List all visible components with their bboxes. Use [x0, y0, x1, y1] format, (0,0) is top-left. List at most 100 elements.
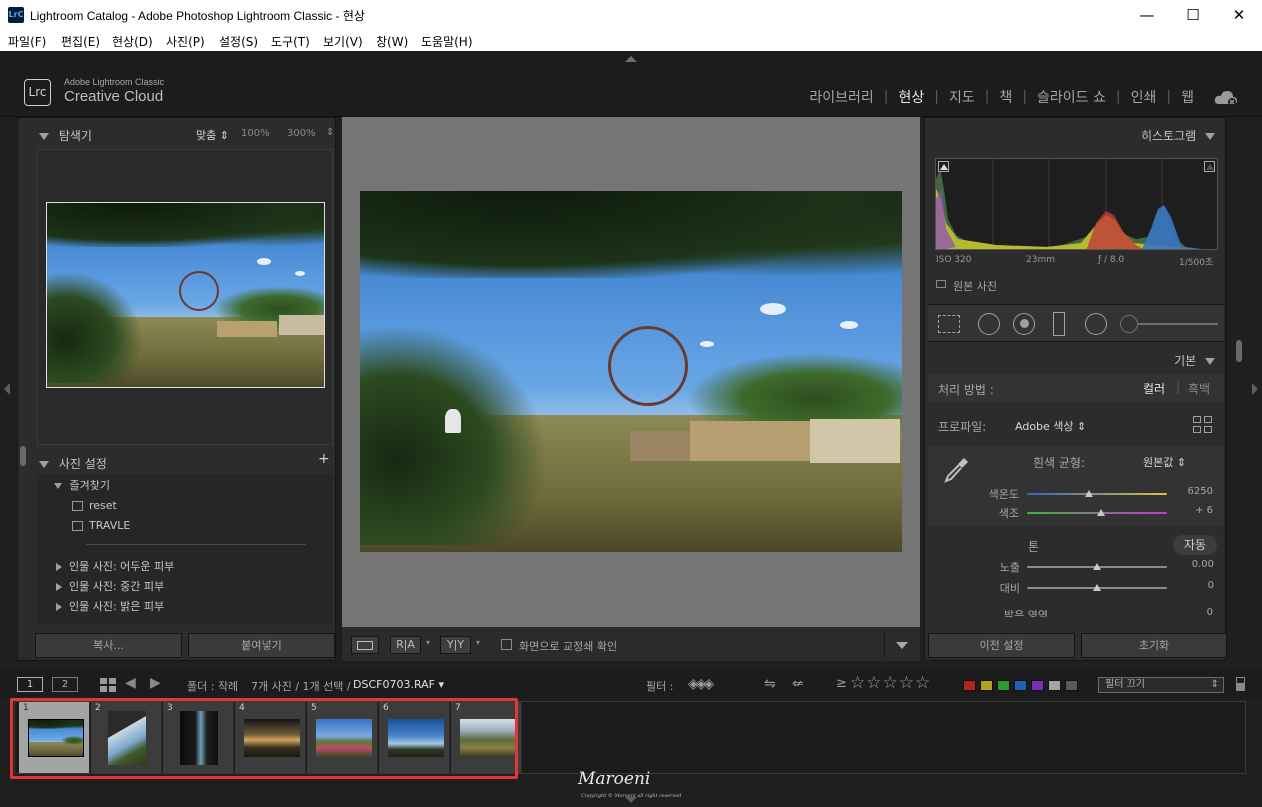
cloud-sync-icon[interactable]: [1214, 90, 1237, 106]
wb-eyedropper-icon[interactable]: [940, 454, 972, 486]
copy-button[interactable]: 복사...: [35, 633, 182, 658]
graduated-filter-icon[interactable]: [1053, 312, 1065, 336]
maximize-button[interactable]: ☐: [1170, 0, 1216, 31]
zoom-300[interactable]: 300%: [287, 128, 316, 139]
preset-group[interactable]: 인물 사진: 어두운 피부: [56, 558, 174, 574]
minimize-button[interactable]: —: [1124, 0, 1170, 31]
menu-file[interactable]: 파일(F): [8, 33, 46, 50]
color-label-swatch[interactable]: [997, 680, 1010, 691]
previous-settings-button[interactable]: 이전 설정: [928, 633, 1075, 658]
color-label-swatch[interactable]: [980, 680, 993, 691]
edited-filter-icon[interactable]: ⇋: [764, 676, 776, 692]
preset-item[interactable]: TRAVLE: [72, 519, 130, 532]
radial-filter-icon[interactable]: [1085, 313, 1107, 335]
loupe-view[interactable]: [342, 117, 920, 627]
module-map[interactable]: 지도: [939, 87, 985, 107]
menu-develop[interactable]: 현상(D): [112, 33, 153, 50]
before-after-button[interactable]: R|A: [390, 636, 421, 654]
presets-header[interactable]: 사진 설정: [39, 455, 107, 472]
collapse-right-icon[interactable]: [1252, 383, 1258, 395]
preset-item[interactable]: reset: [72, 499, 117, 512]
color-label-swatch[interactable]: [1031, 680, 1044, 691]
reset-button[interactable]: 초기화: [1081, 633, 1227, 658]
menu-window[interactable]: 창(W): [376, 33, 408, 50]
loupe-view-button[interactable]: [351, 636, 379, 654]
previous-photo-icon[interactable]: ◀: [125, 675, 136, 691]
next-photo-icon[interactable]: ▶: [150, 675, 161, 691]
rating-operator[interactable]: ≥: [836, 676, 847, 691]
profile-browser-icon[interactable]: [1193, 416, 1213, 434]
crop-tool-icon[interactable]: [938, 315, 960, 333]
close-button[interactable]: ✕: [1216, 0, 1262, 31]
temp-slider[interactable]: [1027, 493, 1167, 495]
module-library[interactable]: 라이브러리: [799, 87, 883, 107]
auto-tone-button[interactable]: 자동: [1173, 535, 1217, 555]
highlights-value[interactable]: 0: [1207, 607, 1213, 617]
histogram-header[interactable]: 히스토그램: [1141, 127, 1215, 144]
menu-photo[interactable]: 사진(P): [166, 33, 205, 50]
soft-proof-checkbox[interactable]: [501, 639, 512, 650]
secondary-display-button[interactable]: 2: [52, 677, 78, 692]
menu-tools[interactable]: 도구(T): [271, 33, 310, 50]
dropdown-icon[interactable]: ▾: [426, 638, 430, 647]
histogram[interactable]: [935, 158, 1218, 250]
temp-value[interactable]: 6250: [1188, 486, 1213, 497]
toolbar-menu-icon[interactable]: [896, 642, 908, 649]
preset-group[interactable]: 인물 사진: 밝은 피부: [56, 598, 164, 614]
module-slideshow[interactable]: 슬라이드 쇼: [1027, 87, 1116, 107]
treatment-color[interactable]: 컬러: [1143, 380, 1165, 397]
zoom-100[interactable]: 100%: [241, 128, 270, 139]
collapse-top-icon[interactable]: [625, 56, 637, 62]
dropdown-icon[interactable]: ▾: [476, 638, 480, 647]
shadow-clipping-icon[interactable]: [938, 161, 949, 172]
basic-header[interactable]: 기본: [1174, 352, 1215, 369]
collapse-left-icon[interactable]: [4, 383, 10, 395]
color-label-swatch[interactable]: [1048, 680, 1061, 691]
color-label-swatch[interactable]: [963, 680, 976, 691]
contrast-value[interactable]: 0: [1208, 580, 1214, 591]
module-print[interactable]: 인쇄: [1121, 87, 1167, 107]
zoom-fit[interactable]: 맞춤 ⇕: [196, 127, 229, 143]
favorites-group[interactable]: 즐겨찾기: [54, 477, 110, 493]
module-web[interactable]: 웹: [1171, 87, 1204, 107]
navigator-preview[interactable]: [37, 149, 333, 445]
highlight-clipping-icon[interactable]: [1204, 161, 1215, 172]
zoom-stepper-icon[interactable]: ⇕: [326, 127, 334, 138]
left-scrollbar[interactable]: [20, 446, 26, 466]
unedited-filter-icon[interactable]: ⇍: [792, 676, 804, 692]
preset-group[interactable]: 인물 사진: 중간 피부: [56, 578, 164, 594]
paste-button[interactable]: 붙여넣기: [188, 633, 335, 658]
menu-edit[interactable]: 편집(E): [61, 33, 100, 50]
tint-value[interactable]: + 6: [1195, 505, 1213, 516]
flag-filter-icons[interactable]: ◈◈◈: [688, 676, 714, 692]
treatment-bw[interactable]: 흑백: [1188, 380, 1210, 397]
color-label-swatch[interactable]: [1014, 680, 1027, 691]
filter-lock-icon[interactable]: [1236, 677, 1245, 691]
module-develop[interactable]: 현상: [888, 87, 934, 107]
primary-display-button[interactable]: 1: [17, 677, 43, 692]
before-after-split-button[interactable]: Y|Y: [440, 636, 471, 654]
current-filename[interactable]: DSCF0703.RAF ▾: [353, 678, 444, 691]
wb-dropdown[interactable]: 원본값 ⇕: [1143, 454, 1186, 470]
profile-dropdown[interactable]: Adobe 색상 ⇕: [1015, 418, 1086, 434]
color-label-swatch[interactable]: [1065, 680, 1078, 691]
menu-settings[interactable]: 설정(S): [219, 33, 258, 50]
exposure-value[interactable]: 0.00: [1192, 559, 1214, 570]
navigator-header[interactable]: 탐색기: [39, 127, 92, 144]
red-eye-icon[interactable]: [1013, 313, 1035, 335]
spot-removal-icon[interactable]: [978, 313, 1000, 335]
right-scrollbar[interactable]: [1236, 340, 1242, 362]
tint-slider-thumb[interactable]: [1097, 509, 1105, 516]
contrast-slider-thumb[interactable]: [1093, 584, 1101, 591]
module-book[interactable]: 책: [989, 87, 1022, 107]
temp-slider-thumb[interactable]: [1085, 490, 1093, 497]
rating-filter-stars[interactable]: ☆☆☆☆☆: [850, 673, 931, 693]
grid-view-icon[interactable]: [100, 678, 116, 692]
filter-preset-dropdown[interactable]: 필터 끄기 ⇕: [1098, 677, 1224, 693]
exposure-slider-thumb[interactable]: [1093, 563, 1101, 570]
menu-view[interactable]: 보기(V): [323, 33, 363, 50]
add-preset-icon[interactable]: +: [318, 451, 330, 467]
original-photo-checkbox[interactable]: [936, 280, 946, 288]
menu-help[interactable]: 도움말(H): [421, 33, 473, 50]
adjustment-brush-icon[interactable]: [1120, 315, 1138, 333]
